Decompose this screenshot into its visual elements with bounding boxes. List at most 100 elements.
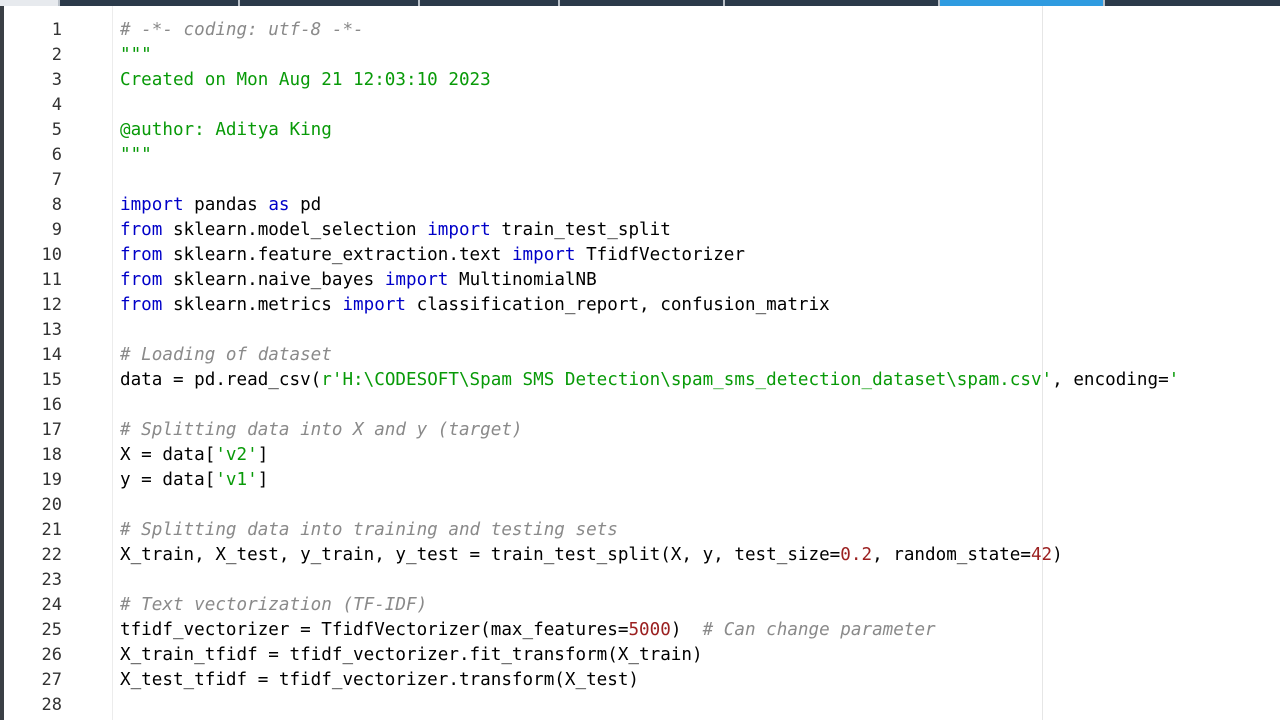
code-line[interactable]: 4 [0, 93, 1280, 118]
code-line[interactable]: 14 # Loading of dataset [0, 343, 1280, 368]
code-token: tfidf_vectorizer = TfidfVectorizer(max_f… [120, 620, 629, 640]
line-number: 3 [51, 70, 62, 90]
code-token: 'v2' [215, 445, 258, 465]
line-number: 15 [41, 370, 62, 390]
code-line[interactable]: 25 tfidf_vectorizer = TfidfVectorizer(max… [0, 618, 1280, 643]
code-line[interactable]: 5 @author: Aditya King [0, 118, 1280, 143]
code-token: """ [120, 145, 152, 165]
code-token: ) [670, 620, 703, 640]
code-text: Created on Mon Aug 21 12:03:10 2023 [120, 68, 491, 93]
code-token: sklearn.naive_bayes [162, 270, 385, 290]
line-number: 22 [41, 545, 62, 565]
code-line[interactable]: 15 data = pd.read_csv(r'H:\CODESOFT\Spam … [0, 368, 1280, 393]
code-line[interactable]: 23 [0, 568, 1280, 593]
code-line[interactable]: 6 """ [0, 143, 1280, 168]
code-token: ] [257, 470, 269, 490]
code-text: """ [120, 43, 152, 68]
code-line[interactable]: 18 X = data['v2'] [0, 443, 1280, 468]
code-token: from [120, 270, 163, 290]
code-token: classification_report, confusion_matrix [406, 295, 830, 315]
code-token: 'v1' [215, 470, 258, 490]
code-line[interactable]: 10 from sklearn.feature_extraction.text i… [0, 243, 1280, 268]
code-token: 5000 [628, 620, 671, 640]
code-token: import [120, 195, 184, 215]
code-editor[interactable]: 1 # -*- coding: utf-8 -*- 2 """ 3 Created on … [0, 6, 1280, 720]
code-line[interactable]: 3 Created on Mon Aug 21 12:03:10 2023 [0, 68, 1280, 93]
code-token: ) [1052, 545, 1063, 565]
code-line[interactable]: 22 X_train, X_test, y_train, y_test = tra… [0, 543, 1280, 568]
code-line[interactable]: 1 # -*- coding: utf-8 -*- [0, 18, 1280, 43]
code-token: import [342, 295, 407, 315]
line-number: 21 [41, 520, 62, 540]
line-number: 2 [51, 45, 62, 65]
code-token: train_test_split [490, 220, 671, 240]
code-text: from sklearn.feature_extraction.text imp… [120, 243, 745, 268]
code-token: 42 [1030, 545, 1053, 565]
code-token: from [120, 295, 163, 315]
line-number: 8 [51, 195, 62, 215]
code-token: pd [289, 195, 322, 215]
code-token: r'H:\CODESOFT\Spam SMS Detection\spam_sm… [321, 370, 1053, 390]
code-text: # Text vectorization (TF-IDF) [120, 593, 427, 618]
code-token: X_test_tfidf = tfidf_vectorizer.transfor… [120, 670, 640, 690]
code-line[interactable]: 20 [0, 493, 1280, 518]
line-number: 27 [41, 670, 62, 690]
code-token: ' [1168, 370, 1180, 390]
line-number: 11 [41, 270, 62, 290]
code-text: X_test_tfidf = tfidf_vectorizer.transfor… [120, 668, 639, 693]
line-number: 14 [41, 345, 62, 365]
code-line[interactable]: 28 [0, 693, 1280, 718]
code-text: import pandas as pd [120, 193, 321, 218]
code-line[interactable]: 12 from sklearn.metrics import classifica… [0, 293, 1280, 318]
code-token: # -*- coding: utf-8 -*- [120, 20, 364, 40]
code-line[interactable]: 2 """ [0, 43, 1280, 68]
code-token: import [427, 220, 491, 240]
line-number: 25 [41, 620, 62, 640]
code-token: import [384, 270, 449, 290]
code-token: pandas [183, 195, 269, 215]
code-line[interactable]: 16 [0, 393, 1280, 418]
line-number: 13 [41, 320, 62, 340]
line-number: 23 [41, 570, 62, 590]
line-number: 1 [51, 20, 62, 40]
code-line[interactable]: 26 X_train_tfidf = tfidf_vectorizer.fit_t… [0, 643, 1280, 668]
code-token: TfidfVectorizer [575, 245, 745, 265]
line-number: 7 [51, 170, 62, 190]
code-text: # Splitting data into training and testi… [120, 518, 618, 543]
line-number: 16 [41, 395, 62, 415]
code-line[interactable]: 9 from sklearn.model_selection import tra… [0, 218, 1280, 243]
code-text: # Splitting data into X and y (target) [120, 418, 523, 443]
code-line[interactable]: 27 X_test_tfidf = tfidf_vectorizer.transf… [0, 668, 1280, 693]
code-text: # -*- coding: utf-8 -*- [120, 18, 364, 43]
code-token: X_train_tfidf = tfidf_vectorizer.fit_tra… [120, 645, 703, 665]
code-text: # Loading of dataset [120, 343, 332, 368]
code-text: data = pd.read_csv(r'H:\CODESOFT\Spam SM… [120, 368, 1179, 393]
code-line[interactable]: 17 # Splitting data into X and y (target) [0, 418, 1280, 443]
line-number: 4 [51, 95, 62, 115]
code-token: y = data[ [120, 470, 216, 490]
code-token: X = data[ [120, 445, 216, 465]
line-number: 19 [41, 470, 62, 490]
code-line[interactable]: 8 import pandas as pd [0, 193, 1280, 218]
code-line[interactable]: 24 # Text vectorization (TF-IDF) [0, 593, 1280, 618]
code-line[interactable]: 19 y = data['v1'] [0, 468, 1280, 493]
code-token: # Splitting data into X and y (target) [120, 420, 523, 440]
line-number: 6 [51, 145, 62, 165]
code-token: Created on Mon Aug 21 12:03:10 2023 [120, 70, 491, 90]
line-number: 10 [41, 245, 62, 265]
code-token: # Can change parameter [702, 620, 936, 640]
code-line[interactable]: 21 # Splitting data into training and tes… [0, 518, 1280, 543]
code-token: from [120, 220, 163, 240]
code-line[interactable]: 7 [0, 168, 1280, 193]
code-line[interactable]: 11 from sklearn.naive_bayes import Multin… [0, 268, 1280, 293]
code-text: X_train, X_test, y_train, y_test = train… [120, 543, 1063, 568]
code-text: from sklearn.metrics import classificati… [120, 293, 830, 318]
code-token: @author: Aditya King [120, 120, 332, 140]
code-text: """ [120, 143, 152, 168]
code-token: 0.2 [840, 545, 873, 565]
code-token: , encoding= [1052, 370, 1169, 390]
line-number: 5 [51, 120, 62, 140]
line-number: 24 [41, 595, 62, 615]
code-line[interactable]: 13 [0, 318, 1280, 343]
code-token: import [511, 245, 576, 265]
